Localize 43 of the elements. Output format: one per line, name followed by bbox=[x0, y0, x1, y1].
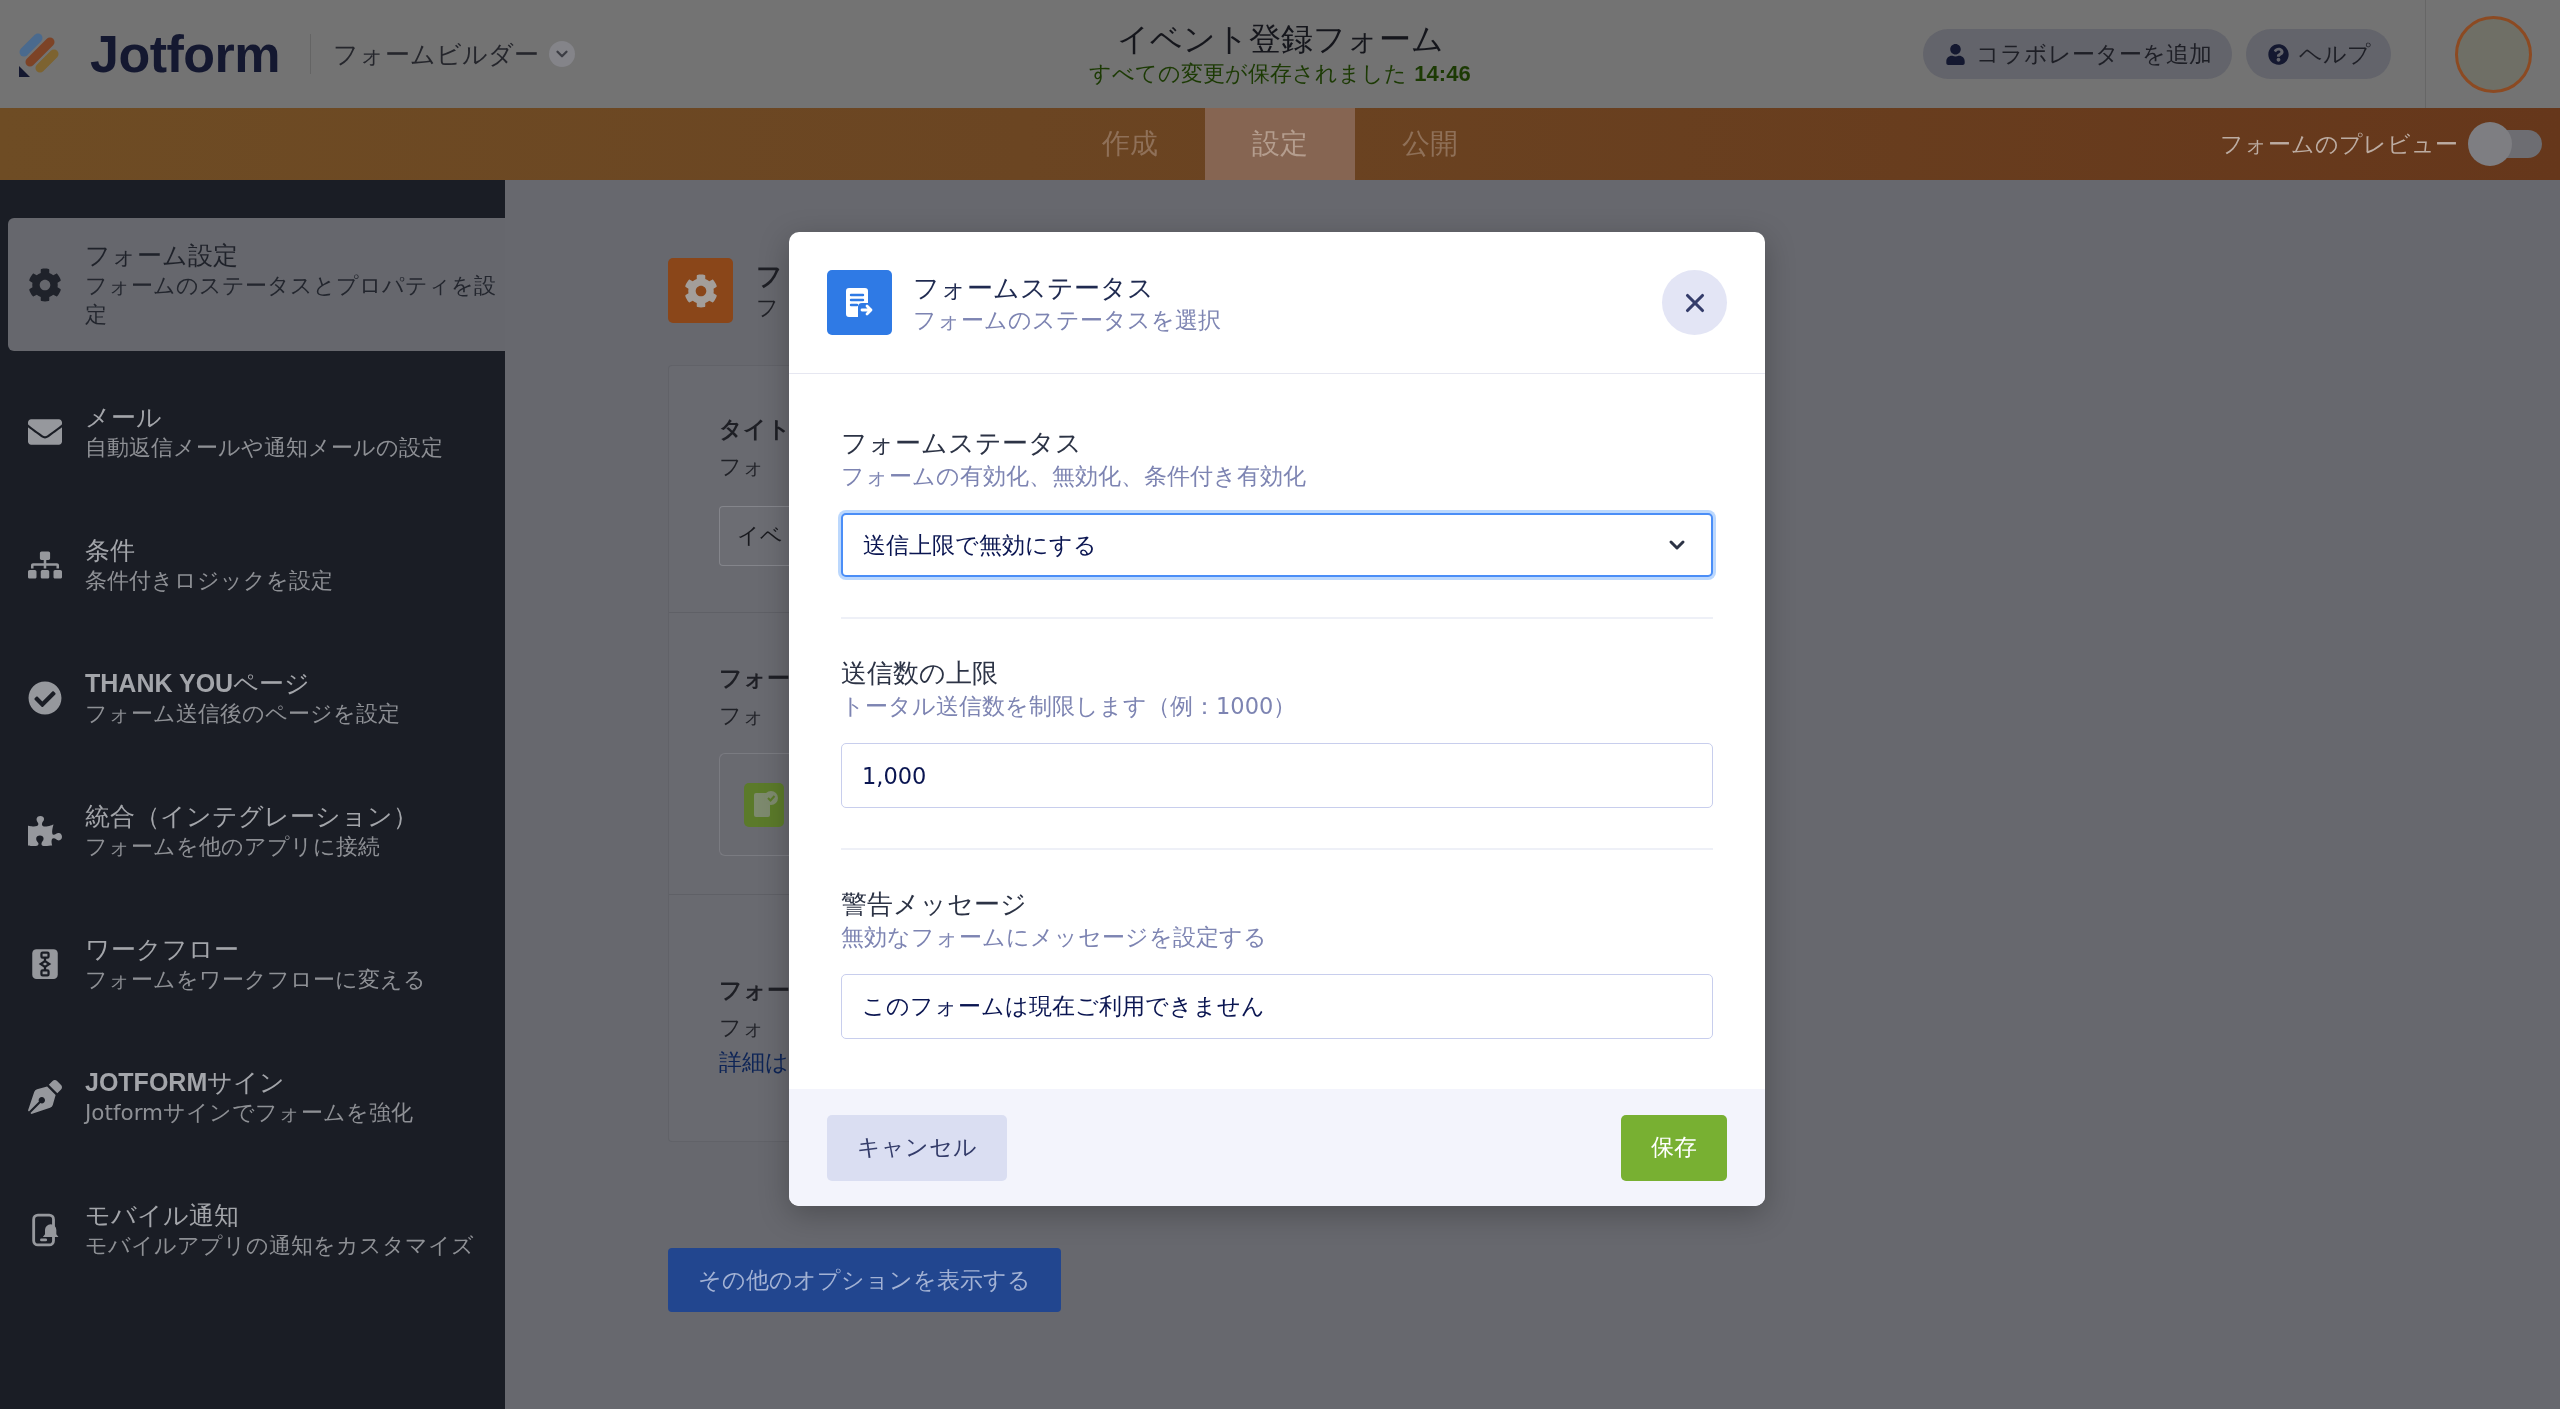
field-description: 無効なフォームにメッセージを設定する bbox=[841, 923, 1268, 952]
section-title: フォー bbox=[719, 976, 791, 1005]
field-label: 警告メッセージ bbox=[841, 888, 1028, 920]
preview-toggle[interactable] bbox=[2468, 122, 2542, 166]
field-label: フォームステータス bbox=[841, 427, 1083, 459]
sidebar-item[interactable]: THANK YOUページ フォーム送信後のページを設定 bbox=[8, 646, 505, 750]
input-field[interactable]: このフォームは現在ご利用できません bbox=[841, 974, 1713, 1039]
cancel-button[interactable]: キャンセル bbox=[827, 1114, 1007, 1181]
form-title: イベント登録フォーム bbox=[1116, 19, 1444, 59]
field-description: フォームの有効化、無効化、条件付き有効化 bbox=[841, 462, 1307, 491]
help-icon bbox=[2268, 43, 2289, 65]
gear-icon bbox=[28, 267, 62, 302]
section-description: フォ bbox=[719, 1014, 766, 1042]
hierarchy-icon bbox=[28, 548, 62, 582]
sidebar-item[interactable]: 統合（インテグレーション） フォームを他のアプリに接続 bbox=[8, 779, 505, 883]
section-title: タイト bbox=[719, 415, 792, 444]
pen-nib-icon bbox=[28, 1080, 62, 1114]
more-options-button[interactable]: その他のオプションを表示する bbox=[668, 1248, 1061, 1312]
save-status: すべての変更が保存されました 14:46 bbox=[1089, 60, 1471, 88]
user-icon bbox=[1945, 43, 1966, 65]
logo-text: Jotform bbox=[90, 24, 281, 84]
preview-label: フォームのプレビュー bbox=[2220, 129, 2458, 159]
puzzle-piece-icon bbox=[28, 814, 62, 848]
field-label: 送信数の上限 bbox=[841, 657, 999, 689]
status-select[interactable]: 送信上限で無効にする bbox=[841, 513, 1713, 577]
input-field[interactable]: 1,000 bbox=[841, 743, 1713, 808]
sidebar-item[interactable]: モバイル通知 モバイルアプリの通知をカスタマイズ bbox=[8, 1178, 505, 1282]
page-subtitle: フ bbox=[756, 293, 780, 322]
section-title: フォー bbox=[719, 664, 791, 693]
page-title: フ bbox=[756, 259, 783, 293]
gear-icon bbox=[668, 258, 733, 323]
document-icon bbox=[827, 270, 892, 335]
sidebar-item[interactable]: JOTFORMサイン Jotformサインでフォームを強化 bbox=[8, 1045, 505, 1149]
chevron-down-icon bbox=[549, 41, 576, 67]
modal-subtitle: フォームのステータスを選択 bbox=[913, 305, 1222, 335]
modal-title: フォームステータス bbox=[913, 271, 1155, 305]
sidebar-item[interactable]: メール 自動返信メールや通知メールの設定 bbox=[8, 380, 505, 484]
sidebar-item[interactable]: 条件 条件付きロジックを設定 bbox=[8, 513, 505, 617]
sidebar-item[interactable]: ワークフロー フォームをワークフローに変える bbox=[8, 912, 505, 1016]
section-description: フォ bbox=[719, 453, 766, 481]
section-description: フォ bbox=[719, 702, 766, 730]
document-check-icon bbox=[744, 782, 784, 827]
field-description: トータル送信数を制限します（例：1000） bbox=[841, 692, 1298, 721]
